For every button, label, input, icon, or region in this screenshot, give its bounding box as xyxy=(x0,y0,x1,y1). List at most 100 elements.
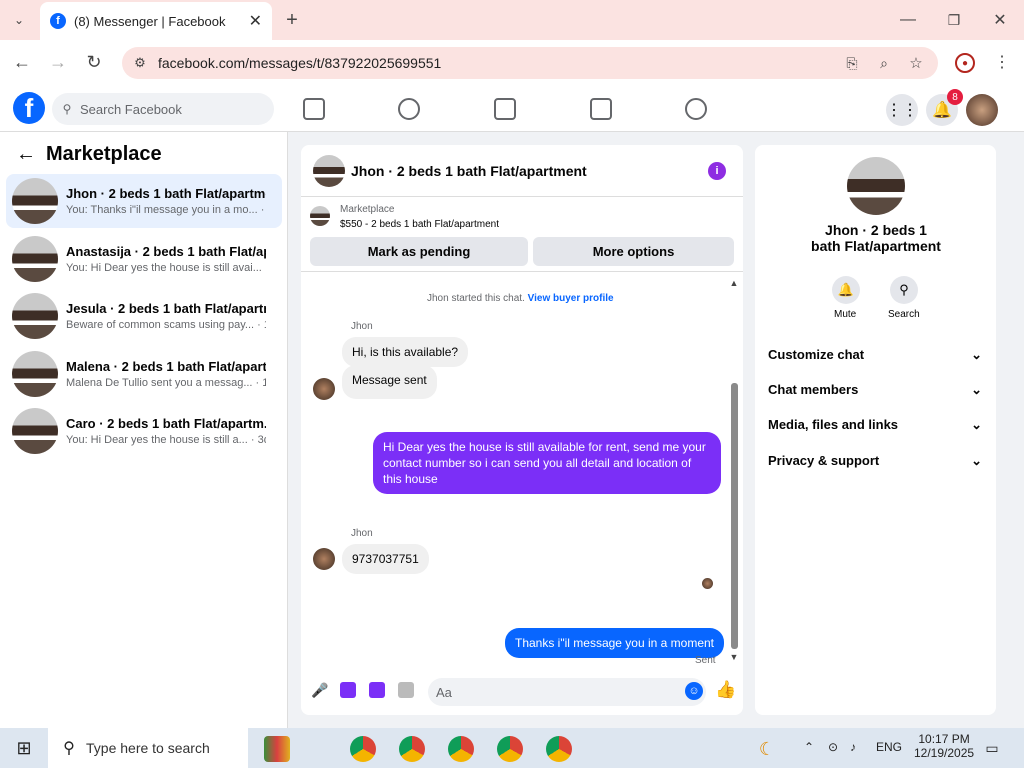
tab-search-icon[interactable]: ⌄ xyxy=(10,12,28,28)
mark-pending-button[interactable]: Mark as pending xyxy=(310,237,528,266)
weather-moon-icon[interactable]: ☾ xyxy=(756,738,778,760)
scroll-up-icon[interactable]: ▲ xyxy=(728,278,740,288)
preview-text: You: Thanks i"il message you in a mo... xyxy=(66,204,258,216)
microphone-icon[interactable]: 🎤 xyxy=(311,682,328,698)
menu-grid-icon[interactable]: ⋮⋮ xyxy=(886,94,918,126)
chrome-taskbar-icon[interactable] xyxy=(448,736,474,762)
install-icon[interactable]: ⎘ xyxy=(842,53,862,73)
volume-icon[interactable]: ♪ xyxy=(850,740,856,754)
back-icon[interactable]: ← xyxy=(12,52,32,72)
scroll-down-icon[interactable]: ▼ xyxy=(728,652,740,662)
listing-thumbnail xyxy=(12,235,58,282)
chrome-taskbar-icon[interactable] xyxy=(399,736,425,762)
taskbar-search-icon: ⚲ xyxy=(63,740,75,757)
preview-time: · 1m xyxy=(257,319,266,331)
view-buyer-profile-link[interactable]: View buyer profile xyxy=(528,293,614,304)
clock-time: 10:17 PM xyxy=(918,732,970,746)
gif-icon[interactable] xyxy=(398,682,414,698)
menu-kebab-icon[interactable]: ⋮ xyxy=(992,52,1012,72)
mute-bell-icon[interactable]: 🔔 xyxy=(832,276,860,304)
conversation-preview: You: Thanks i"il message you in a mo... … xyxy=(66,204,266,216)
search-chat-icon[interactable]: ⚲ xyxy=(890,276,918,304)
chevron-down-icon: ⌄ xyxy=(971,453,982,468)
clock-date: 12/19/2025 xyxy=(914,746,975,760)
conversation-title: Jhon · 2 beds 1 bath Flat/apartment xyxy=(66,186,266,201)
outgoing-message-bubble[interactable]: Hi Dear yes the house is still available… xyxy=(373,432,721,494)
profile-icon[interactable]: ● xyxy=(955,53,975,73)
read-receipt-avatar xyxy=(702,578,713,589)
chat-header[interactable]: Jhon · 2 beds 1 bath Flat/apartment xyxy=(313,155,587,187)
tray-chevron-up-icon[interactable]: ⌃ xyxy=(804,740,814,754)
message-input[interactable]: Aa xyxy=(428,678,706,706)
conversation-title: Anastasija · 2 beds 1 bath Flat/apa... xyxy=(66,243,266,259)
message-bubble[interactable]: Hi, is this available? xyxy=(342,337,469,367)
customize-chat-row[interactable]: Customize chat ⌄ xyxy=(768,347,982,363)
conversation-item[interactable]: Jesula · 2 beds 1 bath Flat/apartme... Be… xyxy=(6,289,282,343)
conversation-preview: You: Hi Dear yes the house is still avai… xyxy=(66,262,266,274)
notification-center-icon[interactable]: ▭ xyxy=(982,738,1002,758)
listing-thumbnail xyxy=(310,206,330,226)
reload-icon[interactable]: ↻ xyxy=(84,52,104,72)
listing-price: $550 - 2 beds 1 bath Flat/apartment xyxy=(340,219,499,230)
groups-nav-icon[interactable] xyxy=(685,98,707,120)
like-thumb-icon[interactable]: 👍 xyxy=(715,680,736,700)
address-bar[interactable]: ⚙ facebook.com/messages/t/83792202569955… xyxy=(122,47,938,79)
chevron-down-icon: ⌄ xyxy=(971,417,982,432)
gifts-app-icon[interactable] xyxy=(264,736,290,762)
emoji-icon[interactable]: ☺ xyxy=(685,682,703,700)
photo-icon[interactable] xyxy=(340,682,356,698)
back-arrow-icon[interactable]: ← xyxy=(16,143,36,166)
zoom-icon[interactable]: ⌕ xyxy=(874,53,894,73)
sticker-icon[interactable] xyxy=(369,682,385,698)
message-bubble[interactable]: Message sent xyxy=(342,365,437,399)
sent-status: Sent xyxy=(695,655,716,666)
search-placeholder: Search Facebook xyxy=(80,101,182,117)
close-tab-icon[interactable]: ✕ xyxy=(249,11,262,31)
forward-icon[interactable]: → xyxy=(48,52,68,72)
mute-label: Mute xyxy=(834,309,857,320)
home-nav-icon[interactable] xyxy=(303,98,325,120)
outgoing-message-bubble[interactable]: Thanks i"il message you in a moment xyxy=(505,628,725,658)
chat-scrollbar[interactable] xyxy=(731,383,738,649)
chrome-taskbar-icon-active[interactable] xyxy=(546,736,572,762)
conversation-item[interactable]: Jhon · 2 beds 1 bath Flat/apartment You: … xyxy=(6,174,282,228)
message-placeholder: Aa xyxy=(436,684,452,700)
chat-members-row[interactable]: Chat members ⌄ xyxy=(768,382,982,398)
windows-start-icon[interactable]: ⊞ xyxy=(14,738,34,758)
listing-thumbnail xyxy=(12,293,58,339)
conversation-item[interactable]: Caro · 2 beds 1 bath Flat/apartm... You: … xyxy=(6,404,282,458)
bookmark-star-icon[interactable]: ☆ xyxy=(906,53,926,73)
tab-title: (8) Messenger | Facebook xyxy=(74,13,226,29)
video-nav-icon[interactable] xyxy=(494,98,516,120)
row-label: Chat members xyxy=(768,382,859,397)
taskbar-search[interactable]: ⚲ Type here to search xyxy=(48,728,248,768)
preview-time: · 1m xyxy=(260,204,266,216)
account-avatar[interactable] xyxy=(966,94,998,126)
friends-nav-icon[interactable] xyxy=(398,98,420,120)
minimize-icon[interactable]: — xyxy=(898,10,918,30)
network-icon[interactable]: ⊙ xyxy=(828,740,838,754)
message-bubble[interactable]: 9737037751 xyxy=(342,544,429,574)
new-tab-icon[interactable]: + xyxy=(282,9,302,31)
details-thumbnail xyxy=(847,157,905,215)
maximize-icon[interactable]: ❐ xyxy=(944,10,964,30)
chrome-taskbar-icon[interactable] xyxy=(497,736,523,762)
clock[interactable]: 10:17 PM 12/19/2025 xyxy=(914,732,974,760)
facebook-search-input[interactable]: ⚲ Search Facebook xyxy=(52,93,274,125)
more-options-button[interactable]: More options xyxy=(533,237,734,266)
conversation-item[interactable]: Malena · 2 beds 1 bath Flat/apart... Male… xyxy=(6,347,282,401)
close-window-icon[interactable]: ✕ xyxy=(990,10,1010,30)
language-indicator[interactable]: ENG xyxy=(876,740,902,754)
chrome-taskbar-icon[interactable] xyxy=(350,736,376,762)
info-icon[interactable]: i xyxy=(708,162,726,180)
browser-tab[interactable]: f (8) Messenger | Facebook ✕ xyxy=(40,2,272,40)
url-text: facebook.com/messages/t/837922025699551 xyxy=(158,55,442,71)
conversation-item[interactable]: Anastasija · 2 beds 1 bath Flat/apa... Yo… xyxy=(6,232,282,286)
facebook-logo[interactable]: f xyxy=(13,92,45,124)
preview-time: · 1m xyxy=(265,262,266,274)
media-files-row[interactable]: Media, files and links ⌄ xyxy=(768,417,982,433)
privacy-support-row[interactable]: Privacy & support ⌄ xyxy=(768,453,982,469)
marketplace-nav-icon[interactable] xyxy=(590,98,612,120)
site-info-icon[interactable]: ⚙ xyxy=(132,55,148,71)
listing-thumbnail xyxy=(12,408,58,454)
